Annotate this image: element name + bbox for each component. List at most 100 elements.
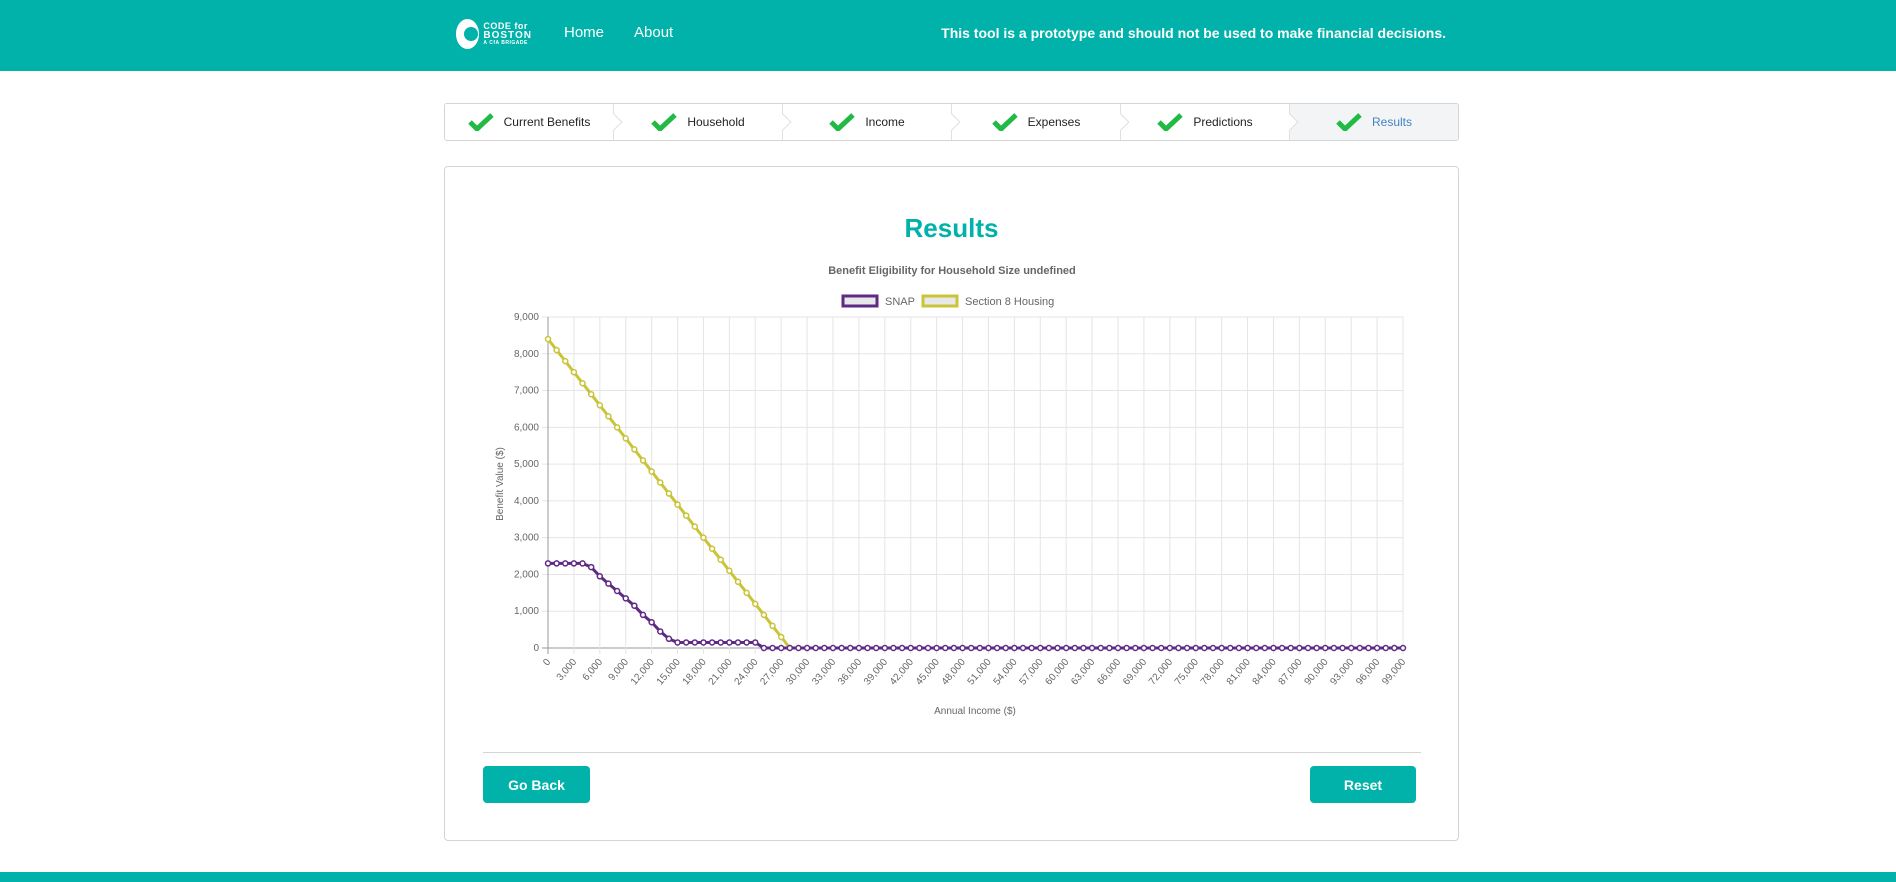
x-tick-label: 39,000 — [862, 657, 890, 688]
data-point — [613, 424, 621, 431]
x-tick-label: 54,000 — [992, 657, 1020, 688]
data-point — [665, 635, 673, 643]
card-divider — [483, 752, 1421, 753]
x-tick-label: 90,000 — [1302, 657, 1330, 688]
data-point — [708, 545, 716, 552]
benefit-eligibility-chart: Benefit Eligibility for Household Size u… — [495, 265, 1409, 717]
x-tick-label: 45,000 — [914, 657, 942, 688]
code-for-boston-logo[interactable]: CODE for BOSTON A CfA BRIGADE — [456, 18, 532, 50]
data-point — [1088, 644, 1096, 652]
x-tick-label: 6,000 — [581, 657, 606, 684]
data-point — [674, 639, 681, 646]
data-point — [613, 587, 621, 595]
x-tick-label: 93,000 — [1328, 657, 1356, 688]
data-point — [1399, 644, 1407, 652]
data-point — [1037, 644, 1044, 652]
legend-swatch — [841, 294, 879, 308]
results-card: Results Benefit Eligibility for Househol… — [444, 166, 1459, 841]
step-label: Expenses — [1027, 115, 1081, 129]
y-tick-label: 6,000 — [514, 422, 539, 433]
y-tick-label: 5,000 — [514, 459, 539, 470]
data-point — [1157, 644, 1165, 652]
step-progress: Current Benefits Household Income Expens… — [444, 103, 1459, 141]
data-point — [717, 639, 724, 646]
data-point — [639, 611, 647, 619]
data-point — [933, 644, 940, 652]
data-point — [942, 644, 949, 652]
data-point — [907, 644, 914, 652]
nav-home-link[interactable]: Home — [564, 24, 604, 41]
x-tick-label: 36,000 — [836, 657, 864, 688]
data-point — [544, 335, 552, 343]
y-axis-ticks: 0 1,000 2,000 3,000 4,000 5,000 6,000 7,000 8,00… — [514, 312, 539, 654]
x-tick-label: 96,000 — [1354, 657, 1382, 688]
y-tick-label: 9,000 — [514, 312, 539, 323]
data-point — [579, 560, 586, 567]
step-household[interactable]: Household — [614, 104, 792, 140]
check-icon — [467, 113, 494, 131]
data-point — [993, 644, 1001, 652]
data-point — [726, 567, 733, 575]
data-point — [700, 534, 707, 541]
data-point — [838, 644, 845, 652]
data-point — [1313, 644, 1320, 652]
data-point — [596, 573, 604, 580]
data-point — [1209, 644, 1217, 652]
data-point — [553, 560, 560, 567]
data-point — [562, 357, 569, 365]
go-back-button[interactable]: Go Back — [483, 766, 590, 803]
chart-legend: SNAP Section 8 Housing — [841, 294, 1054, 308]
data-point — [777, 633, 785, 641]
step-predictions[interactable]: Predictions — [1121, 104, 1299, 140]
data-point — [665, 490, 673, 497]
step-income[interactable]: Income — [783, 104, 961, 140]
data-point — [1278, 644, 1286, 652]
data-point — [803, 644, 811, 652]
data-point — [639, 457, 647, 464]
y-tick-label: 0 — [533, 643, 539, 654]
x-tick-label: 0 — [541, 657, 553, 669]
x-tick-label: 24,000 — [732, 657, 760, 688]
data-point — [1339, 644, 1346, 652]
chart-title: Benefit Eligibility for Household Size u… — [828, 265, 1076, 277]
x-tick-label: 18,000 — [681, 657, 709, 688]
check-icon — [829, 113, 856, 131]
x-tick-label: 21,000 — [707, 657, 735, 688]
data-point — [1132, 644, 1139, 652]
step-label: Household — [687, 115, 745, 129]
x-tick-label: 3,000 — [555, 657, 580, 684]
data-point — [587, 563, 595, 571]
data-point — [691, 639, 699, 646]
step-current-benefits[interactable]: Current Benefits — [445, 104, 623, 140]
data-point — [622, 595, 629, 602]
logo-icon — [456, 19, 480, 49]
x-tick-label: 42,000 — [888, 657, 916, 688]
data-point — [570, 368, 578, 376]
data-point — [769, 622, 776, 630]
x-tick-label: 87,000 — [1277, 657, 1305, 688]
data-point — [1391, 644, 1398, 652]
step-expenses[interactable]: Expenses — [952, 104, 1130, 140]
data-point — [1097, 644, 1104, 652]
data-point — [795, 644, 802, 652]
step-results[interactable]: Results — [1290, 104, 1458, 140]
x-tick-label: 78,000 — [1199, 657, 1227, 688]
data-point — [829, 644, 837, 652]
data-point — [847, 644, 854, 652]
data-point — [726, 639, 733, 646]
data-point — [812, 644, 819, 652]
x-tick-label: 72,000 — [1147, 657, 1175, 688]
data-point — [648, 619, 655, 626]
data-point — [708, 639, 716, 646]
data-point — [777, 644, 785, 652]
nav-about-link[interactable]: About — [634, 24, 673, 41]
chart-grid — [542, 316, 1404, 654]
y-tick-label: 7,000 — [514, 386, 539, 397]
logo-line3: A CfA BRIGADE — [483, 40, 528, 46]
data-point — [1002, 644, 1009, 652]
data-point — [1028, 644, 1035, 652]
data-point — [562, 560, 569, 567]
legend-label: SNAP — [885, 296, 915, 308]
data-point — [1330, 644, 1338, 652]
reset-button[interactable]: Reset — [1310, 766, 1416, 803]
